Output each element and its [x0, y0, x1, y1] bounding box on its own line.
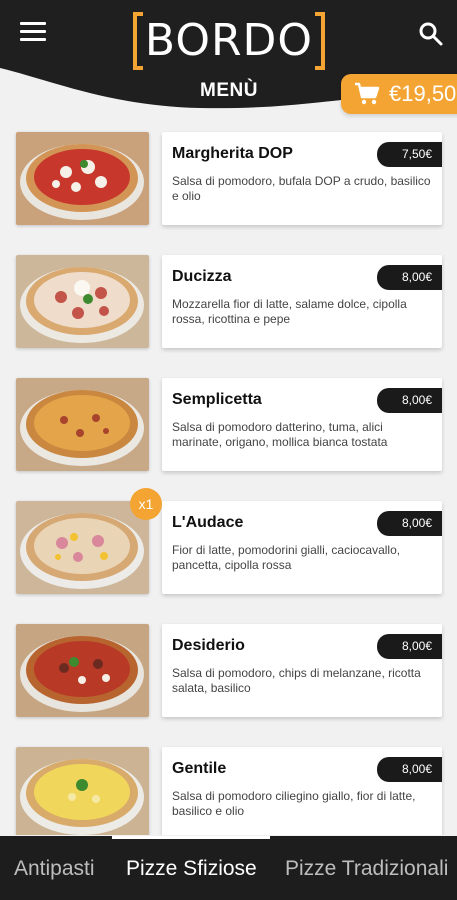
list-item[interactable]: Semplicetta 8,00€ Salsa di pomodoro datt…: [0, 366, 457, 471]
pizza-name: L'Audace: [172, 514, 244, 531]
list-item[interactable]: L'Audace 8,00€ Fior di latte, pomodorini…: [0, 489, 457, 594]
pizza-name: Desiderio: [172, 637, 245, 654]
logo-bracket-right: [315, 12, 325, 70]
price-badge: 8,00€: [377, 388, 442, 413]
list-item[interactable]: Desiderio 8,00€ Salsa di pomodoro, chips…: [0, 612, 457, 717]
logo-text: BORDO: [144, 15, 314, 66]
pizza-description: Fior di latte, pomodorini gialli, cacioc…: [172, 543, 401, 572]
pizza-description: Salsa di pomodoro datterino, tuma, alici…: [172, 420, 388, 449]
pizza-card[interactable]: Desiderio 8,00€ Salsa di pomodoro, chips…: [162, 624, 442, 717]
category-tab-bar[interactable]: Antipasti Pizze Sfiziose Pizze Tradizion…: [0, 836, 457, 900]
pizza-card[interactable]: Ducizza 8,00€ Mozzarella fior di latte, …: [162, 255, 442, 348]
hamburger-icon: [20, 22, 46, 25]
price-badge: 8,00€: [377, 265, 442, 290]
pizza-description: Salsa di pomodoro, chips di melanzane, r…: [172, 666, 421, 695]
search-icon[interactable]: [417, 20, 445, 48]
brand-logo: BORDO: [133, 12, 325, 70]
page-title: MENÙ: [200, 80, 258, 101]
list-item[interactable]: Gentile 8,00€ Salsa di pomodoro ciliegin…: [0, 735, 457, 835]
pizza-description: Mozzarella fior di latte, salame dolce, …: [172, 297, 407, 326]
pizza-description: Salsa di pomodoro ciliegino giallo, fior…: [172, 789, 416, 818]
tab-pizze-tradizionali[interactable]: Pizze Tradizionali: [285, 836, 448, 900]
pizza-image[interactable]: [16, 255, 149, 348]
pizza-image[interactable]: [16, 378, 149, 471]
quantity-badge: x1: [130, 488, 162, 520]
cart-total: €19,50: [389, 81, 457, 106]
list-item[interactable]: Ducizza 8,00€ Mozzarella fior di latte, …: [0, 243, 457, 348]
cart-button[interactable]: €19,50: [341, 74, 457, 114]
list-item[interactable]: Margherita DOP 7,50€ Salsa di pomodoro, …: [0, 120, 457, 225]
pizza-name: Semplicetta: [172, 391, 262, 408]
pizza-image[interactable]: [16, 624, 149, 717]
tab-antipasti[interactable]: Antipasti: [14, 836, 95, 900]
pizza-card[interactable]: Semplicetta 8,00€ Salsa di pomodoro datt…: [162, 378, 442, 471]
pizza-name: Margherita DOP: [172, 145, 293, 162]
menu-list[interactable]: Margherita DOP 7,50€ Salsa di pomodoro, …: [0, 120, 457, 835]
tab-pizze-sfiziose[interactable]: Pizze Sfiziose: [126, 836, 257, 900]
pizza-card[interactable]: Margherita DOP 7,50€ Salsa di pomodoro, …: [162, 132, 442, 225]
cart-icon: [355, 82, 380, 105]
pizza-image[interactable]: [16, 747, 149, 835]
price-badge: 8,00€: [377, 634, 442, 659]
pizza-name: Gentile: [172, 760, 227, 777]
pizza-name: Ducizza: [172, 268, 232, 285]
pizza-card[interactable]: Gentile 8,00€ Salsa di pomodoro ciliegin…: [162, 747, 442, 835]
price-badge: 7,50€: [377, 142, 442, 167]
pizza-image[interactable]: [16, 501, 149, 594]
pizza-card[interactable]: L'Audace 8,00€ Fior di latte, pomodorini…: [162, 501, 442, 594]
pizza-image[interactable]: [16, 132, 149, 225]
pizza-description: Salsa di pomodoro, bufala DOP a crudo, b…: [172, 174, 431, 203]
price-badge: 8,00€: [377, 757, 442, 782]
price-badge: 8,00€: [377, 511, 442, 536]
hamburger-menu-button[interactable]: [20, 22, 46, 44]
